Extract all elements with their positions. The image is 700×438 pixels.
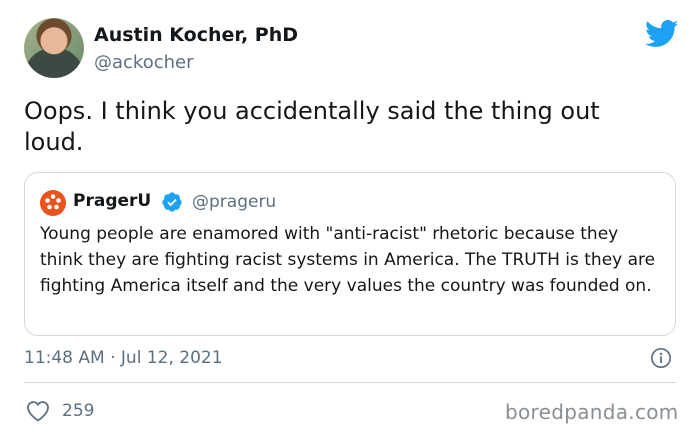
author-handle[interactable]: @ackocher (94, 52, 194, 73)
tweet-text: Oops. I think you accidentally said the … (24, 97, 600, 156)
like-count: 259 (62, 401, 95, 421)
quoted-tweet-card[interactable]: PragerU @prageru Young people are enamor… (24, 172, 676, 336)
boredpanda-watermark: boredpanda.com (505, 400, 679, 424)
prageru-logo-icon (45, 194, 61, 210)
quoted-author-handle[interactable]: @prageru (192, 192, 276, 212)
author-avatar[interactable] (24, 18, 84, 78)
quoted-tweet-text: Young people are enamored with "anti-rac… (40, 224, 656, 296)
divider (24, 382, 676, 383)
info-icon[interactable] (650, 347, 672, 369)
twitter-bird-icon (645, 20, 679, 47)
verified-badge-icon (162, 192, 182, 212)
prageru-avatar[interactable] (40, 190, 66, 216)
author-name[interactable]: Austin Kocher, PhD (94, 24, 298, 46)
quoted-author-name[interactable]: PragerU (73, 191, 151, 211)
heart-icon[interactable] (26, 400, 50, 422)
tweet-timestamp[interactable]: 11:48 AM · Jul 12, 2021 (24, 348, 223, 368)
